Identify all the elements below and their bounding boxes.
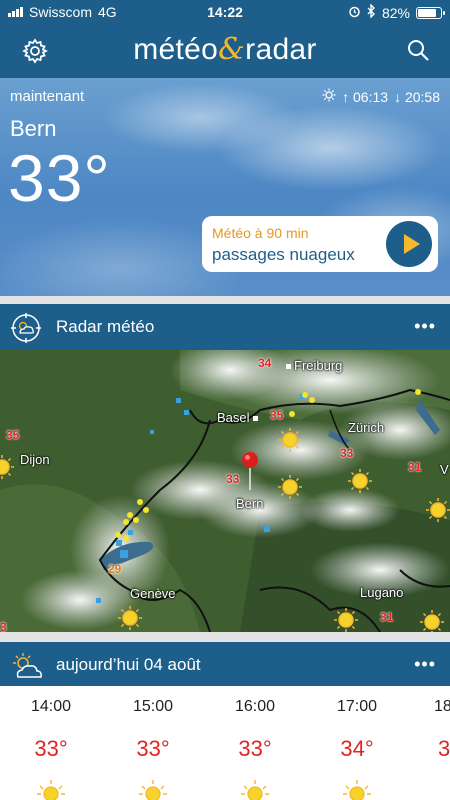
map-city-geneve: Genève bbox=[130, 586, 176, 601]
sun-times: ↑ 06:13 ↓ 20:58 bbox=[322, 88, 440, 105]
map-city-bern: Bern bbox=[236, 496, 264, 511]
map-temp: 31 bbox=[380, 610, 394, 624]
map-city-basel: Basel bbox=[217, 410, 261, 425]
app-logo: météo&radar bbox=[133, 32, 317, 67]
status-bar: Swisscom 4G 14:22 82% bbox=[0, 0, 450, 24]
map-temp: 29 bbox=[108, 562, 122, 576]
hourly-forecast[interactable]: 14:00 33° 15:00 33° 16:00 33° 17:00 34° … bbox=[0, 686, 450, 800]
today-title: aujourd’hui 04 août bbox=[56, 655, 201, 674]
hour-temperature: 3 bbox=[438, 736, 450, 761]
sun-icon bbox=[343, 780, 371, 800]
map-city-zurich: Zürich bbox=[348, 420, 385, 435]
sun-icon bbox=[139, 780, 167, 800]
hour-time: 14:00 bbox=[30, 698, 72, 715]
radar-more-icon[interactable]: ••• bbox=[414, 316, 436, 337]
hour-time: 15:00 bbox=[132, 698, 174, 715]
map-city-lugano: Lugano bbox=[360, 585, 404, 600]
app-screen: Swisscom 4G 14:22 82% météo&radar mainte… bbox=[0, 0, 450, 800]
top-bar: Swisscom 4G 14:22 82% météo&radar bbox=[0, 0, 450, 78]
map-city-freiburg: Freiburg bbox=[286, 358, 342, 373]
search-icon[interactable] bbox=[406, 38, 430, 62]
map-temp: 35 bbox=[270, 408, 284, 422]
forecast-text: passages nuageux bbox=[212, 245, 355, 264]
map-temp: 31 bbox=[408, 460, 422, 474]
partly-cloudy-icon bbox=[10, 650, 42, 682]
map-temp: 33 bbox=[340, 446, 354, 460]
current-weather-card[interactable]: maintenant Bern 33° ↑ 06:13 ↓ 20:58 Mété… bbox=[0, 78, 450, 296]
hour-time: 18 bbox=[434, 698, 450, 715]
bluetooth-icon bbox=[367, 3, 376, 21]
hour-temperature: 33° bbox=[34, 736, 68, 761]
hour-time: 17:00 bbox=[336, 698, 378, 715]
map-temp: 3 bbox=[0, 620, 7, 632]
sunset-time: ↓ 20:58 bbox=[394, 88, 440, 105]
play-icon[interactable] bbox=[386, 221, 432, 267]
sunrise-time: ↑ 06:13 bbox=[342, 88, 389, 105]
forecast-title: Météo à 90 min bbox=[212, 225, 309, 241]
map-city-v: V bbox=[440, 462, 449, 477]
hour-temperature: 33° bbox=[136, 736, 170, 761]
map-temp: 33 bbox=[226, 472, 240, 486]
hour-temperature: 34° bbox=[340, 736, 374, 761]
map-city-dijon: Dijon bbox=[20, 452, 50, 467]
battery-percent: 82% bbox=[381, 4, 410, 21]
hour-temperature: 33° bbox=[238, 736, 272, 761]
map-temp: 35 bbox=[6, 428, 20, 442]
radar-title: Radar météo bbox=[56, 317, 155, 336]
sun-icon bbox=[241, 780, 269, 800]
city-name: Bern bbox=[10, 116, 57, 141]
current-temperature: 33° bbox=[8, 141, 111, 215]
radar-icon bbox=[10, 312, 42, 344]
radar-header[interactable]: Radar météo ••• bbox=[0, 304, 450, 350]
map-temp: 34 bbox=[258, 356, 272, 370]
today-more-icon[interactable]: ••• bbox=[414, 654, 436, 675]
radar-map[interactable]: Freiburg Basel Zürich Dijon Bern Genève … bbox=[0, 350, 450, 632]
sun-icon bbox=[322, 88, 336, 105]
current-label: maintenant bbox=[10, 88, 85, 105]
battery-icon bbox=[416, 6, 445, 19]
nav-bar: météo&radar bbox=[0, 24, 450, 78]
today-header[interactable]: aujourd’hui 04 août ••• bbox=[0, 642, 450, 688]
hour-time: 16:00 bbox=[234, 698, 276, 715]
sun-icon bbox=[37, 780, 65, 800]
forecast-90min-button[interactable]: Météo à 90 min passages nuageux bbox=[202, 216, 438, 272]
alarm-icon bbox=[348, 5, 361, 21]
